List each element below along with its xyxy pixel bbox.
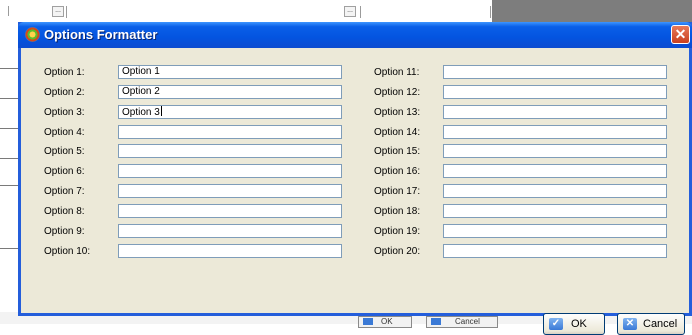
option-field[interactable] (443, 243, 667, 258)
background-divider (66, 6, 67, 18)
background-ok-button[interactable]: OK (358, 316, 412, 328)
option-field[interactable] (118, 203, 342, 218)
option-field[interactable] (443, 184, 667, 199)
text-caret (160, 105, 162, 116)
background-ok-label: OK (381, 317, 393, 326)
background-row-divider (0, 68, 18, 69)
background-divider (8, 6, 9, 16)
option-field[interactable] (118, 124, 342, 139)
dialog-title: Options Formatter (44, 27, 158, 42)
option-field[interactable] (118, 144, 342, 159)
option-field[interactable]: Option 2 (118, 84, 342, 99)
dialog-body: Option 1: Option 1 Option 2: Option 2 Option… (21, 48, 689, 335)
background-ellipsis-button[interactable]: ... (344, 6, 356, 17)
option-label: Option 3: (44, 106, 85, 118)
cancel-button[interactable]: ✕ Cancel (617, 313, 685, 335)
option-field[interactable] (118, 243, 342, 258)
option-label: Option 16: (374, 166, 421, 178)
option-field[interactable] (118, 223, 342, 238)
option-field[interactable] (443, 104, 667, 119)
option-field[interactable] (118, 164, 342, 179)
option-label: Option 14: (374, 126, 421, 138)
option-field[interactable] (118, 184, 342, 199)
option-field-value: Option 3 (122, 106, 160, 118)
option-field-value: Option 1 (122, 66, 160, 77)
option-label: Option 20: (374, 245, 421, 257)
close-icon: ✕ (674, 26, 687, 42)
options-formatter-dialog: Options Formatter ✕ Option 1: Option 1 Opt… (18, 22, 692, 335)
option-label: Option 8: (44, 205, 85, 217)
option-field[interactable] (443, 203, 667, 218)
option-field[interactable] (443, 223, 667, 238)
background-cancel-label: Cancel (455, 317, 480, 326)
background-divider (490, 6, 491, 18)
background-row-divider (0, 185, 18, 186)
background-cancel-button[interactable]: Cancel (426, 316, 498, 328)
option-field[interactable] (443, 65, 667, 79)
ok-button[interactable]: ✓ OK (543, 313, 605, 335)
option-label: Option 5: (44, 146, 85, 158)
title-bar[interactable]: Options Formatter ✕ (18, 22, 692, 48)
background-row-divider (0, 158, 18, 159)
option-label: Option 11: (374, 67, 420, 78)
option-field[interactable] (443, 84, 667, 99)
close-button[interactable]: ✕ (671, 25, 690, 44)
background-ellipsis-button[interactable]: ... (52, 6, 64, 17)
ok-button-label: OK (571, 318, 587, 330)
option-label: Option 4: (44, 126, 85, 138)
option-field[interactable] (443, 124, 667, 139)
option-field[interactable] (443, 144, 667, 159)
background-row-divider (0, 248, 18, 249)
x-icon: ✕ (623, 318, 637, 330)
background-row-divider (0, 98, 18, 99)
option-field[interactable]: Option 1 (118, 65, 342, 79)
background-row-divider (0, 128, 18, 129)
background-divider (360, 6, 361, 18)
option-label: Option 12: (374, 86, 421, 98)
option-label: Option 7: (44, 186, 85, 198)
option-label: Option 17: (374, 186, 421, 198)
option-label: Option 1: (44, 67, 85, 78)
option-label: Option 2: (44, 86, 85, 98)
option-label: Option 19: (374, 225, 421, 237)
option-label: Option 10: (44, 245, 91, 257)
option-label: Option 9: (44, 225, 85, 237)
option-label: Option 13: (374, 106, 421, 118)
option-field-value: Option 2 (122, 85, 160, 97)
option-field[interactable] (443, 164, 667, 179)
app-icon (25, 27, 40, 42)
option-label: Option 6: (44, 166, 85, 178)
option-field[interactable]: Option 3 (118, 104, 342, 119)
cancel-button-label: Cancel (643, 318, 678, 330)
option-label: Option 18: (374, 205, 421, 217)
check-icon: ✓ (549, 318, 563, 330)
option-label: Option 15: (374, 146, 421, 158)
